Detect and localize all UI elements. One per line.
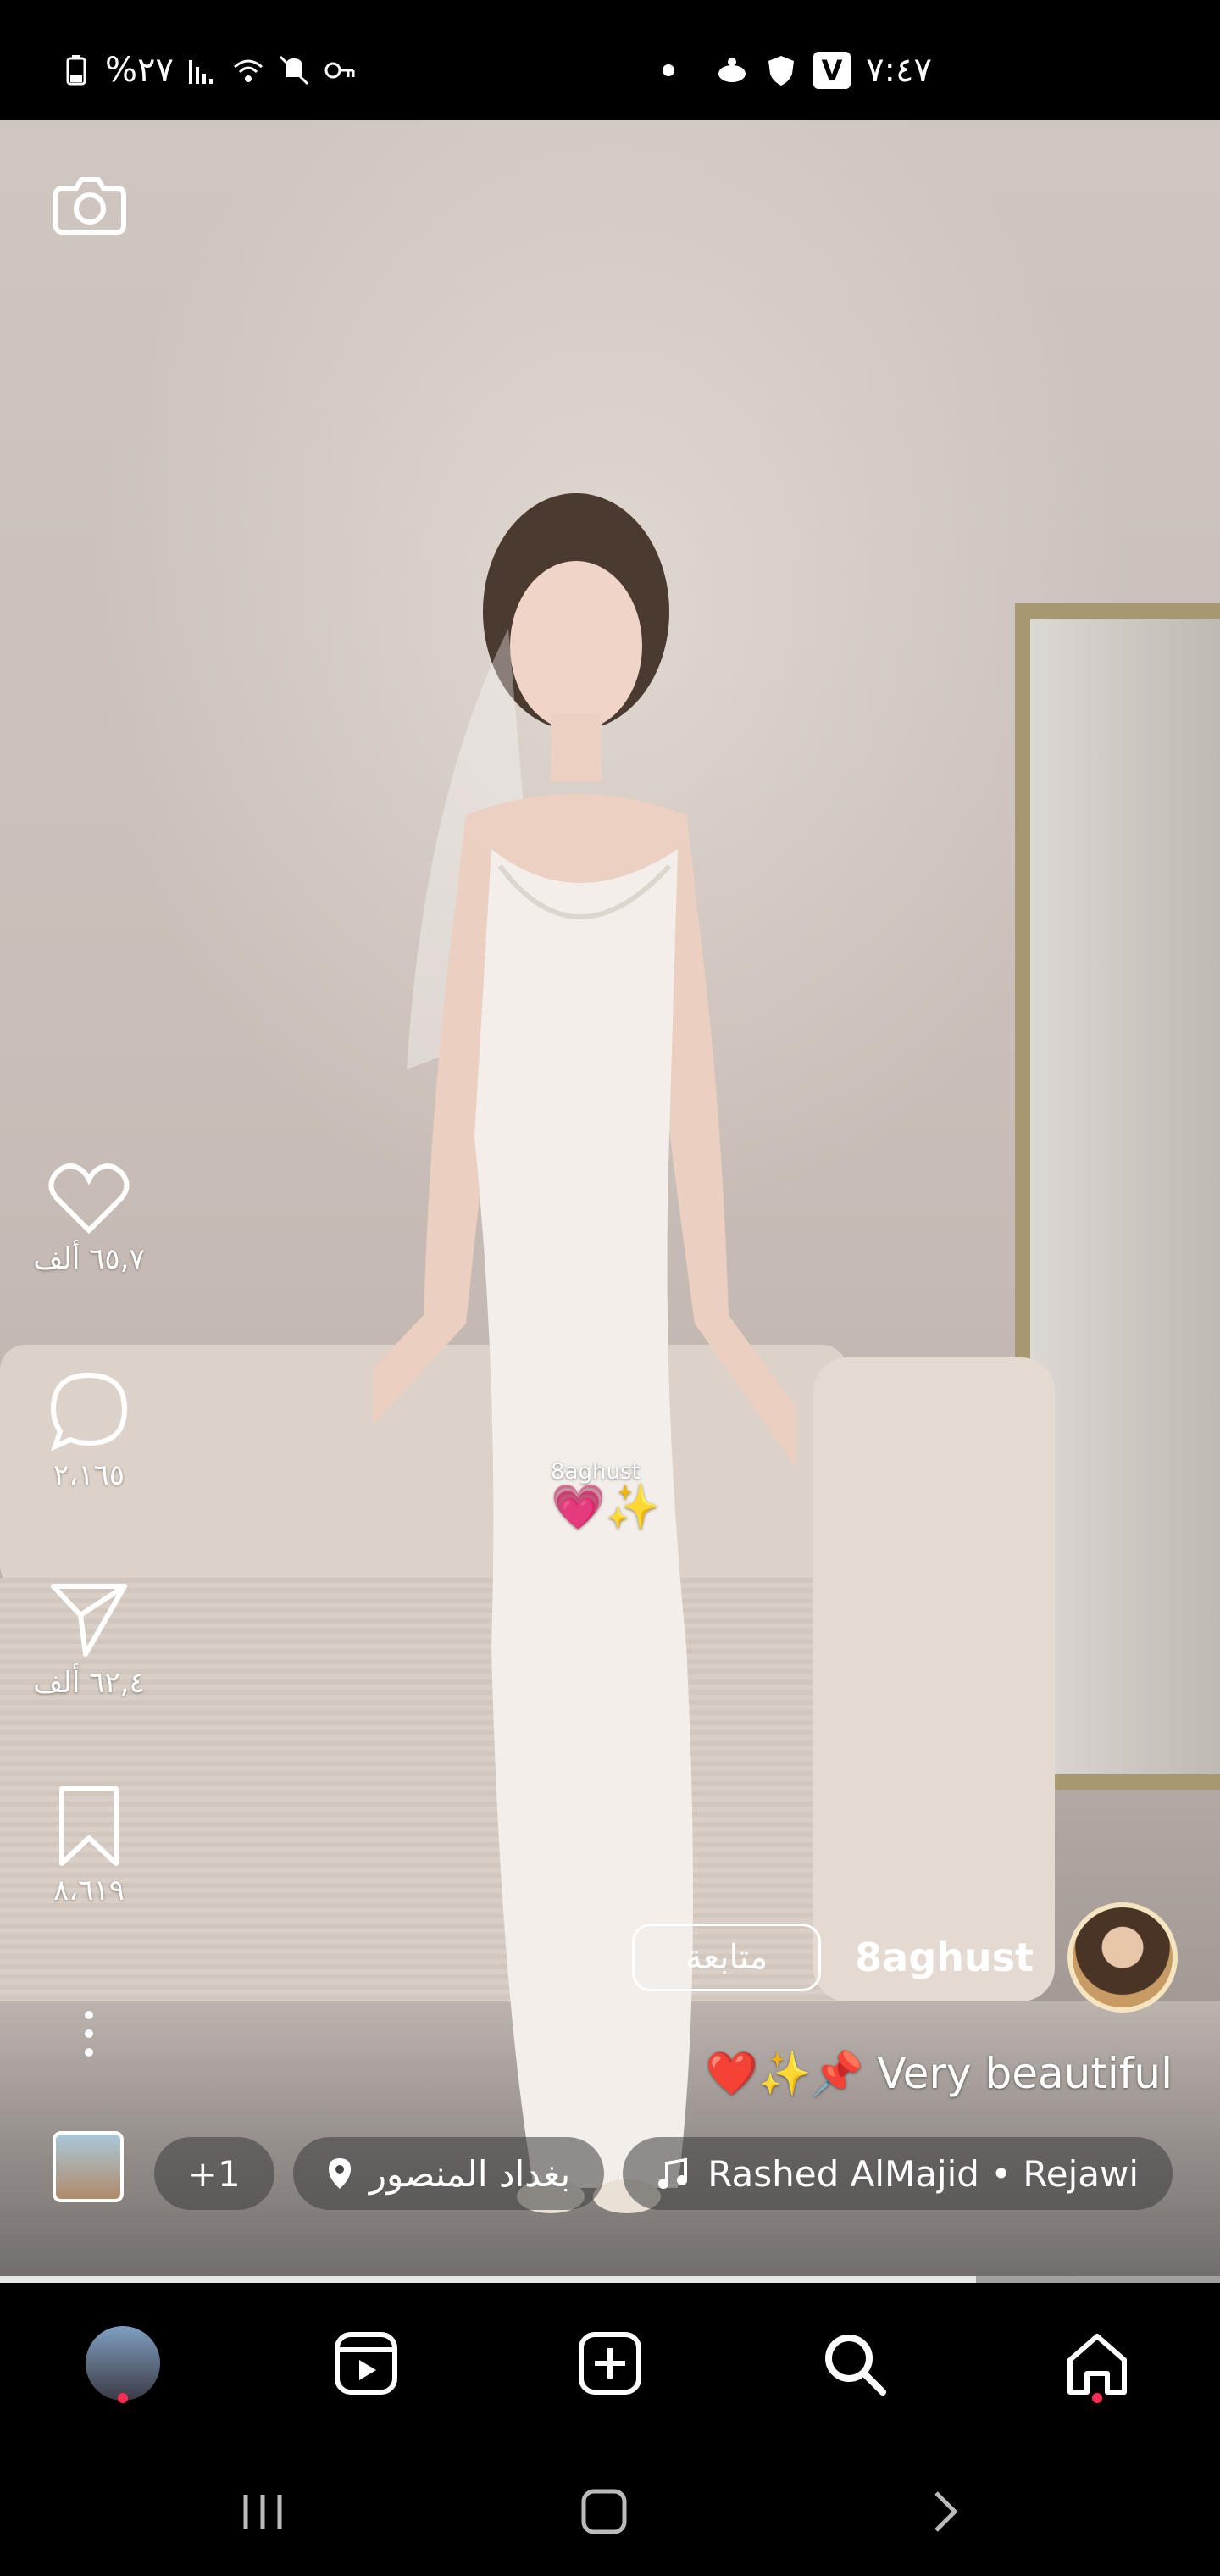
- more-action[interactable]: [0, 2008, 178, 2059]
- audio-thumbnail[interactable]: [53, 2131, 124, 2202]
- nav-search[interactable]: [807, 2317, 901, 2410]
- app-notification-icon: [718, 58, 746, 82]
- search-icon: [825, 2334, 886, 2396]
- author-username[interactable]: 8aghust: [855, 1935, 1034, 1980]
- extra-tags-chip[interactable]: +1: [153, 2137, 274, 2210]
- like-action[interactable]: ٦٥,٧ ألف: [0, 1161, 178, 1276]
- home-icon: [1068, 2334, 1127, 2395]
- extra-count: +1: [187, 2152, 241, 2195]
- reels-icon: [335, 2332, 397, 2395]
- comment-action[interactable]: ٢،١٦٥: [0, 1368, 178, 1492]
- video-progress[interactable]: [0, 2276, 1220, 2283]
- status-left: %٢٧: [59, 51, 357, 90]
- bookmark-icon[interactable]: [47, 1784, 131, 1868]
- recent-apps-icon: [243, 2495, 282, 2529]
- vpn-badge: V: [813, 52, 851, 89]
- profile-avatar: [86, 2326, 160, 2401]
- like-count: ٦٥,٧ ألف: [33, 1242, 145, 1276]
- post-caption[interactable]: ❤️✨📌 Very beautiful: [706, 2049, 1173, 2099]
- author-row: متابعة 8aghust: [631, 1902, 1178, 2012]
- nav-home[interactable]: [1051, 2317, 1144, 2410]
- watermark-emoji: 💗✨: [551, 1482, 661, 1533]
- clock: ٧:٤٧: [866, 51, 932, 90]
- status-right: V ٧:٤٧: [663, 51, 932, 90]
- location-label: بغداد المنصور: [369, 2152, 571, 2195]
- save-action[interactable]: ٨،٦١٩: [0, 1784, 178, 1907]
- camera-button[interactable]: [49, 163, 130, 244]
- location-pin-icon: [328, 2158, 351, 2189]
- nav-reels[interactable]: [319, 2317, 413, 2410]
- wifi-icon: [233, 59, 263, 82]
- bottom-nav: [0, 2283, 1220, 2444]
- add-post-icon: [579, 2332, 641, 2395]
- notification-dot: [118, 2393, 128, 2403]
- music-label: Rashed AlMajid • Rejawi: [707, 2152, 1139, 2195]
- home-square-icon: [581, 2489, 627, 2534]
- key-icon: [324, 62, 355, 79]
- notification-dot-icon: [663, 64, 675, 76]
- system-nav: [0, 2444, 1220, 2576]
- video-progress-fill: [0, 2276, 976, 2283]
- camera-icon: [53, 177, 126, 235]
- mute-icon: [279, 55, 309, 86]
- recent-apps-button[interactable]: [225, 2478, 301, 2545]
- send-icon[interactable]: [47, 1576, 131, 1661]
- battery-percent: %٢٧: [105, 51, 174, 90]
- music-chip[interactable]: Rashed AlMajid • Rejawi: [623, 2137, 1173, 2210]
- chevron-right-icon: [934, 2491, 958, 2532]
- follow-button[interactable]: متابعة: [631, 1924, 822, 1991]
- watermark: 8aghust 💗✨: [551, 1459, 661, 1533]
- back-button[interactable]: [907, 2478, 983, 2545]
- location-chip[interactable]: بغداد المنصور: [292, 2137, 605, 2210]
- music-note-icon: [658, 2157, 688, 2189]
- share-action[interactable]: ٦٢,٤ ألف: [0, 1576, 178, 1700]
- home-system-button[interactable]: [566, 2478, 642, 2545]
- signal-icon: [188, 60, 213, 84]
- comment-icon[interactable]: [47, 1368, 131, 1453]
- heart-icon[interactable]: [47, 1161, 131, 1237]
- save-count: ٨،٦١٩: [53, 1874, 125, 1907]
- comment-count: ٢،١٦٥: [53, 1458, 125, 1492]
- info-chips: +1 بغداد المنصور Rashed AlMajid • Rejawi: [153, 2137, 1173, 2210]
- nav-profile[interactable]: [76, 2317, 169, 2410]
- more-vertical-icon[interactable]: [76, 2008, 102, 2059]
- status-bar: %٢٧ V ٧:٤٧: [0, 0, 1220, 120]
- home-notification-dot: [1092, 2393, 1102, 2403]
- battery-icon: [66, 55, 86, 86]
- shield-icon: [768, 56, 795, 86]
- share-count: ٦٢,٤ ألف: [33, 1666, 145, 1700]
- author-avatar[interactable]: [1068, 1902, 1178, 2012]
- nav-create[interactable]: [563, 2317, 657, 2410]
